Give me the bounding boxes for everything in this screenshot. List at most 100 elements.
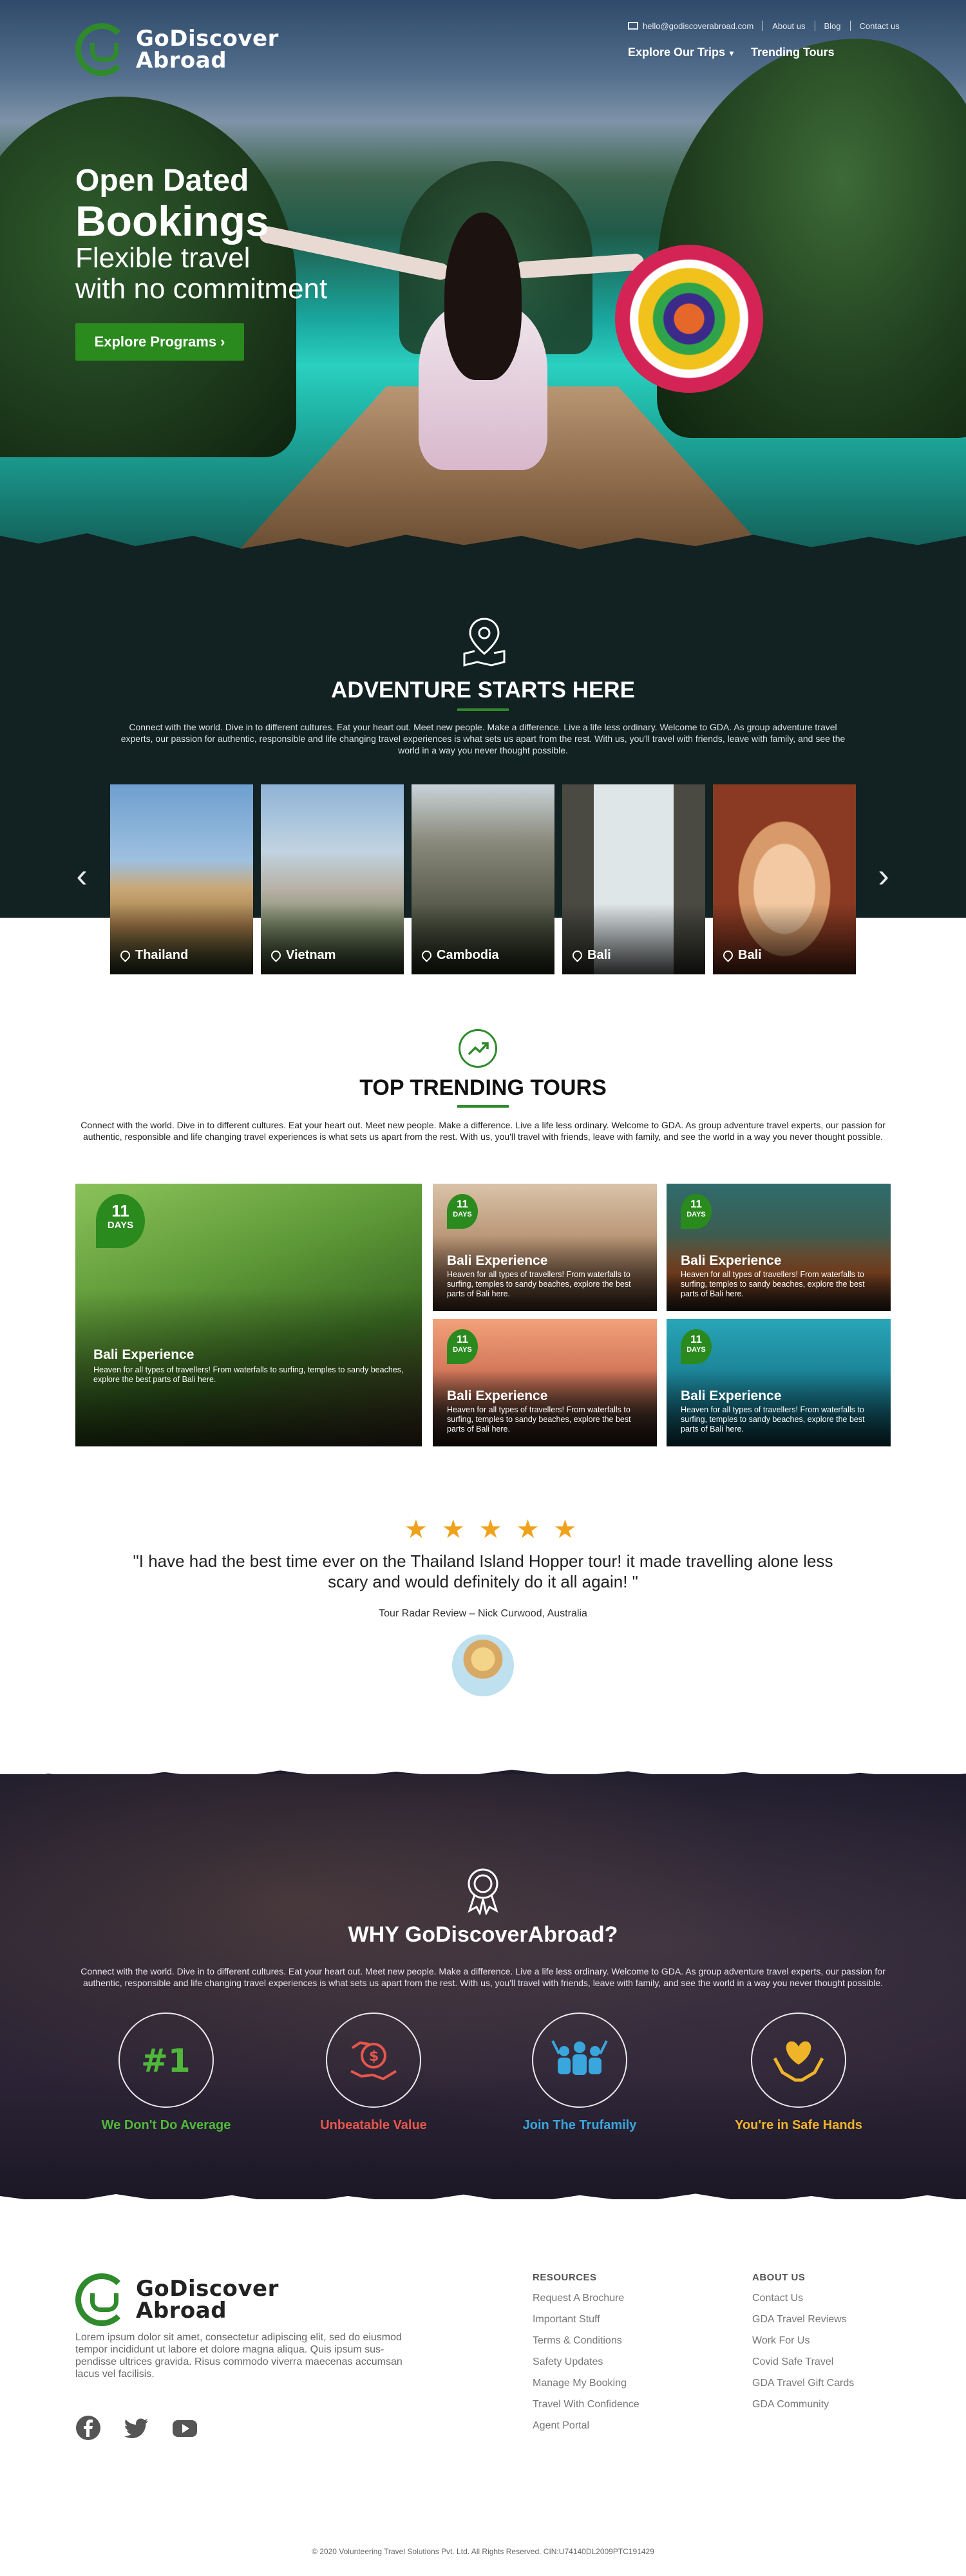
badge-days: 11 (457, 1333, 468, 1345)
main-nav: Explore Our Trips ▼ Trending Tours (628, 46, 835, 59)
destination-card-bali[interactable]: Bali (562, 784, 705, 974)
footer-link[interactable]: Covid Safe Travel (752, 2356, 854, 2369)
youtube-icon[interactable] (172, 2415, 198, 2441)
duration-badge: 11 DAYS (96, 1194, 145, 1248)
tour-title: Bali Experience (93, 1347, 194, 1362)
twitter-icon[interactable] (124, 2415, 149, 2441)
footer-link[interactable]: Manage My Booking (533, 2377, 639, 2390)
badge-days: 11 (690, 1198, 702, 1210)
why-title: WHY GoDiscoverAbroad? (348, 1922, 618, 1947)
tour-description: Heaven for all types of travellers! From… (447, 1270, 631, 1298)
tour-description: Heaven for all types of travellers! From… (447, 1405, 631, 1434)
footer-logo[interactable]: GoDiscover Abroad (75, 2273, 279, 2326)
footer-link[interactable]: Request A Brochure (533, 2292, 639, 2305)
footer-about-column: ABOUT US Contact Us GDA Travel Reviews W… (752, 2272, 854, 2420)
star-icon: ★ (404, 1515, 428, 1544)
destination-name: Bali (587, 948, 611, 962)
badge-unit: DAYS (687, 1210, 706, 1218)
email-link[interactable]: hello@godiscoverabroad.com (628, 21, 753, 31)
tour-description: Heaven for all types of travellers! From… (681, 1270, 865, 1298)
footer-about-text: Lorem ipsum dolor sit amet, consectetur … (75, 2332, 402, 2380)
copyright-text: © 2020 Volunteering Travel Solutions Pvt… (312, 2547, 654, 2556)
logo-mark-icon (75, 23, 128, 76)
explore-trips-menu[interactable]: Explore Our Trips ▼ (628, 46, 735, 59)
svg-text:#1: #1 (141, 2042, 191, 2079)
logo-text: GoDiscover Abroad (136, 2278, 279, 2322)
footer-link[interactable]: Contact Us (752, 2292, 854, 2305)
mail-icon (628, 22, 638, 30)
star-icon: ★ (441, 1515, 465, 1544)
email-text: hello@godiscoverabroad.com (643, 21, 754, 31)
footer-link[interactable]: Safety Updates (533, 2356, 639, 2369)
tour-description: Heaven for all types of travellers! From… (681, 1405, 865, 1434)
money-hands-icon: $ (350, 2041, 397, 2081)
location-pin-icon (570, 948, 585, 963)
hero-line-1: Open Dated (75, 164, 249, 198)
hero-banner: GoDiscover Abroad hello@godiscoverabroad… (0, 0, 966, 554)
tour-title: Bali Experience (681, 1253, 782, 1268)
tour-card[interactable]: 11 DAYS Bali Experience Heaven for all ty… (433, 1184, 657, 1311)
location-pin-icon (419, 948, 434, 963)
footer-link[interactable]: GDA Travel Reviews (752, 2313, 854, 2326)
hero-headline: Open Dated Bookings Flexible travel with… (75, 163, 327, 305)
destination-label: Bali (570, 948, 611, 963)
tour-card[interactable]: 11 DAYS Bali Experience Heaven for all ty… (433, 1319, 657, 1446)
number-one-icon: #1 (141, 2042, 191, 2079)
star-icon: ★ (478, 1515, 502, 1544)
tour-title: Bali Experience (681, 1388, 782, 1403)
logo-mark-icon (75, 2273, 128, 2326)
hero-colorful-hat (615, 245, 763, 393)
destination-label: Vietnam (269, 948, 336, 963)
badge-unit: DAYS (453, 1345, 472, 1354)
tour-card[interactable]: 11 DAYS Bali Experience Heaven for all ty… (667, 1184, 891, 1311)
footer-link[interactable]: Important Stuff (533, 2313, 639, 2326)
destination-card-bali-2[interactable]: Bali (713, 784, 856, 974)
adventure-description: Connect with the world. Dive in to diffe… (120, 722, 846, 755)
destination-label: Thailand (118, 948, 189, 963)
feature-value: $ Unbeatable Value (283, 2012, 464, 2133)
duration-badge: 11 DAYS (447, 1194, 478, 1229)
footer-link[interactable]: GDA Community (752, 2398, 854, 2411)
divider (762, 21, 764, 31)
logo-text: GoDiscover Abroad (136, 28, 279, 71)
footer-link[interactable]: Work For Us (752, 2334, 854, 2347)
site-logo[interactable]: GoDiscover Abroad (75, 23, 279, 76)
footer-link[interactable]: GDA Travel Gift Cards (752, 2377, 854, 2390)
contact-us-link[interactable]: Contact us (860, 21, 900, 31)
destination-card-cambodia[interactable]: Cambodia (412, 784, 554, 974)
tour-card-featured[interactable]: 11 DAYS Bali Experience Heaven for all ty… (75, 1184, 422, 1446)
title-underline (457, 708, 509, 711)
blog-link[interactable]: Blog (824, 21, 841, 31)
destination-card-vietnam[interactable]: Vietnam (261, 784, 404, 974)
award-badge-icon (468, 1868, 498, 1915)
tour-title: Bali Experience (447, 1253, 548, 1268)
carousel-prev-button[interactable]: ‹ (69, 857, 95, 895)
hero-traveller-hair (444, 213, 522, 380)
map-pin-icon (463, 618, 506, 667)
destination-name: Vietnam (286, 948, 336, 962)
footer-link[interactable]: Travel With Confidence (533, 2398, 639, 2411)
footer-link[interactable]: Terms & Conditions (533, 2334, 639, 2347)
divider (849, 21, 851, 31)
feature-ring: $ (326, 2012, 421, 2108)
destination-card-thailand[interactable]: Thailand (110, 784, 253, 974)
footer-resources-column: RESOURCES Request A Brochure Important S… (533, 2272, 639, 2441)
chevron-right-icon: › (220, 334, 225, 350)
facebook-icon[interactable] (75, 2415, 101, 2441)
destination-name: Bali (738, 948, 762, 962)
feature-ring (532, 2012, 627, 2108)
hero-line-3: Flexible travel (75, 242, 251, 274)
about-us-link[interactable]: About us (772, 21, 805, 31)
feature-label: Join The Trufamily (522, 2118, 637, 2132)
badge-days: 11 (457, 1198, 468, 1210)
footer-link[interactable]: Agent Portal (533, 2420, 639, 2432)
destination-name: Thailand (135, 948, 189, 962)
feature-ring: #1 (118, 2012, 214, 2108)
explore-programs-button[interactable]: Explore Programs › (75, 323, 244, 361)
trending-tours-link[interactable]: Trending Tours (751, 46, 835, 59)
tour-card[interactable]: 11 DAYS Bali Experience Heaven for all ty… (667, 1319, 891, 1446)
tour-description: Heaven for all types of travellers! From… (93, 1365, 404, 1384)
carousel-next-button[interactable]: › (871, 857, 896, 895)
feature-ring (751, 2012, 846, 2108)
duration-badge: 11 DAYS (681, 1194, 712, 1229)
